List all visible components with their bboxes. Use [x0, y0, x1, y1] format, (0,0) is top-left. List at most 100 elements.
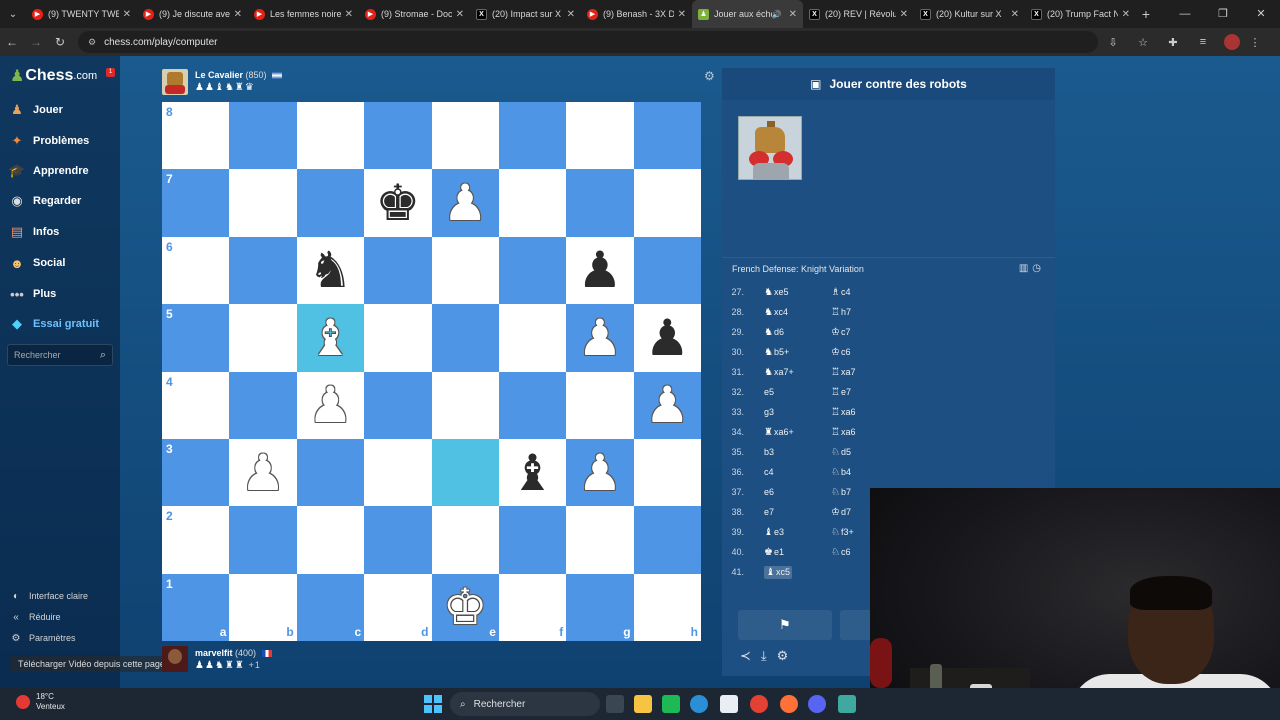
- square-b1[interactable]: b: [229, 573, 297, 642]
- square-b7[interactable]: [229, 169, 297, 237]
- site-info-icon[interactable]: ⚙: [88, 37, 96, 48]
- extensions-icon[interactable]: ✚: [1158, 36, 1188, 49]
- square-c6[interactable]: ♞: [296, 236, 365, 305]
- bot-portrait[interactable]: [738, 116, 802, 180]
- white-move[interactable]: c4: [764, 467, 831, 477]
- weather-widget[interactable]: 18°C Venteux: [16, 692, 65, 712]
- maximize-icon[interactable]: ❐: [1204, 0, 1242, 28]
- settings-icon[interactable]: ⚙: [777, 648, 789, 664]
- minimize-icon[interactable]: —: [1166, 0, 1204, 28]
- black-move[interactable]: ♖e7: [831, 387, 898, 398]
- chrome-icon[interactable]: [750, 695, 768, 713]
- close-window-icon[interactable]: ✕: [1242, 0, 1280, 28]
- sidebar-search-input[interactable]: Rechercher ⌕: [7, 344, 113, 366]
- square-b6[interactable]: [229, 236, 297, 305]
- square-g3[interactable]: ♟: [566, 438, 634, 507]
- white-pawn-piece[interactable]: ♟: [297, 372, 364, 439]
- download-video-tooltip[interactable]: Télécharger Vidéo depuis cette page: [10, 656, 173, 672]
- square-c3[interactable]: [296, 438, 365, 507]
- install-app-icon[interactable]: ⇩: [1098, 36, 1128, 49]
- square-f2[interactable]: [498, 506, 567, 574]
- browser-tab[interactable]: X (20) Kultur sur X ✕: [914, 0, 1025, 28]
- square-a4[interactable]: 4: [162, 371, 230, 439]
- square-h8[interactable]: [633, 102, 702, 170]
- square-g7[interactable]: [566, 169, 634, 237]
- square-a7[interactable]: 7: [162, 169, 230, 237]
- square-f5[interactable]: [498, 304, 567, 372]
- tab-close-icon[interactable]: ✕: [345, 9, 353, 20]
- tab-close-icon[interactable]: ✕: [1011, 9, 1019, 20]
- square-h1[interactable]: h: [633, 573, 702, 642]
- browser-tab[interactable]: ▶ (9) Benash - 3X D ✕: [581, 0, 692, 28]
- square-d6[interactable]: [364, 236, 432, 305]
- tab-audio-icon[interactable]: 🔊: [772, 10, 782, 19]
- forward-icon[interactable]: →: [24, 35, 48, 49]
- opening-name[interactable]: French Defense: Knight Variation: [732, 264, 864, 274]
- tab-close-icon[interactable]: ✕: [234, 9, 242, 20]
- sidebar-item-infos[interactable]: ▤ Infos: [8, 222, 59, 242]
- back-icon[interactable]: ←: [0, 35, 24, 49]
- square-e7[interactable]: ♟: [431, 169, 499, 237]
- tab-close-icon[interactable]: ✕: [1122, 9, 1130, 20]
- board-settings-gear-icon[interactable]: ⚙: [704, 69, 715, 83]
- square-h3[interactable]: [633, 438, 702, 507]
- square-h6[interactable]: [633, 236, 702, 305]
- file-explorer-icon[interactable]: [634, 695, 652, 713]
- white-pawn-piece[interactable]: ♟: [432, 169, 499, 236]
- square-g1[interactable]: g: [566, 573, 634, 642]
- square-e5[interactable]: [431, 304, 499, 372]
- white-move[interactable]: ♝xc5: [764, 565, 792, 579]
- browser-tab[interactable]: ▶ Les femmes noire ✕: [248, 0, 359, 28]
- tab-close-icon[interactable]: ✕: [678, 9, 686, 20]
- player-name[interactable]: marvelfit: [195, 648, 233, 658]
- square-a3[interactable]: 3: [162, 438, 230, 507]
- white-move[interactable]: ♚e1: [764, 547, 831, 558]
- white-pawn-piece[interactable]: ♟: [566, 439, 633, 506]
- black-move[interactable]: ♖xa6: [831, 427, 898, 438]
- square-f7[interactable]: [498, 169, 567, 237]
- square-g5[interactable]: ♟: [566, 304, 634, 372]
- square-a6[interactable]: 6: [162, 236, 230, 305]
- square-h4[interactable]: ♟: [633, 371, 702, 439]
- black-king-piece[interactable]: ♚: [364, 169, 431, 236]
- square-c4[interactable]: ♟: [296, 371, 365, 439]
- square-d4[interactable]: [364, 371, 432, 439]
- task-view-icon[interactable]: [606, 695, 624, 713]
- black-move[interactable]: ♗c4: [831, 287, 898, 298]
- square-c8[interactable]: [296, 102, 365, 170]
- square-c5[interactable]: ♝: [296, 304, 365, 372]
- white-move[interactable]: ♞xc4: [764, 307, 831, 318]
- black-move[interactable]: ♔c6: [831, 347, 898, 358]
- square-f1[interactable]: f: [498, 573, 567, 642]
- square-f3[interactable]: ♝: [498, 438, 567, 507]
- clock-icon[interactable]: ◷: [1032, 263, 1045, 274]
- store-icon[interactable]: [720, 695, 738, 713]
- player-avatar[interactable]: [162, 646, 188, 672]
- sidebar-item-problemes[interactable]: ✦ Problèmes: [8, 131, 90, 151]
- square-g6[interactable]: ♟: [566, 236, 634, 305]
- white-move[interactable]: e7: [764, 507, 831, 517]
- square-a1[interactable]: 1a: [162, 573, 230, 642]
- square-c7[interactable]: [296, 169, 365, 237]
- square-e1[interactable]: e ♚: [431, 573, 499, 642]
- square-d2[interactable]: [364, 506, 432, 574]
- new-tab-button[interactable]: +: [1136, 6, 1156, 22]
- square-h5[interactable]: ♟: [633, 304, 702, 372]
- discord-icon[interactable]: [808, 695, 826, 713]
- square-b5[interactable]: [229, 304, 297, 372]
- sidebar-item-regarder[interactable]: ◉ Regarder: [8, 191, 81, 211]
- sidebar-item-social[interactable]: ☻ Social: [8, 253, 65, 273]
- square-b4[interactable]: [229, 371, 297, 439]
- nvidia-icon[interactable]: [662, 695, 680, 713]
- white-move[interactable]: b3: [764, 447, 831, 457]
- opponent-name[interactable]: Le Cavalier: [195, 70, 243, 80]
- url-field[interactable]: ⚙ chess.com/play/computer: [78, 31, 1098, 53]
- tab-list-icon[interactable]: ⌄: [0, 0, 26, 28]
- white-pawn-piece[interactable]: ♟: [566, 304, 633, 371]
- square-e4[interactable]: [431, 371, 499, 439]
- square-h2[interactable]: [633, 506, 702, 574]
- black-move[interactable]: ♘d5: [831, 447, 898, 458]
- sidebar-item-apprendre[interactable]: 🎓 Apprendre: [8, 161, 89, 181]
- square-f8[interactable]: [498, 102, 567, 170]
- square-d5[interactable]: [364, 304, 432, 372]
